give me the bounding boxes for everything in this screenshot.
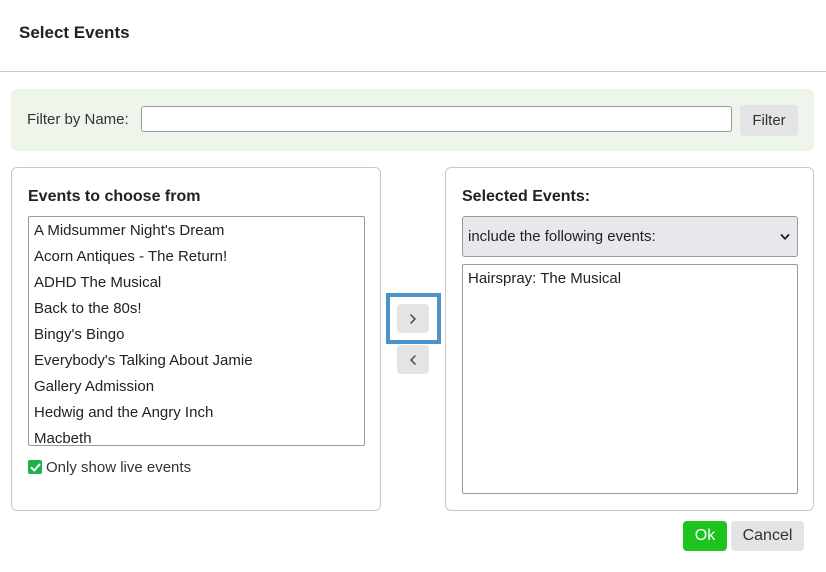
list-item[interactable]: Gallery Admission [29, 374, 364, 400]
event-mode-value: include the following events: [468, 228, 656, 245]
list-item[interactable]: Bingy's Bingo [29, 322, 364, 348]
move-left-button[interactable] [397, 345, 429, 374]
ok-button[interactable]: Ok [683, 521, 727, 551]
chevron-right-icon [410, 313, 416, 324]
chevron-left-icon [410, 354, 416, 365]
list-item[interactable]: Macbeth [29, 426, 364, 445]
list-item[interactable]: Back to the 80s! [29, 296, 364, 322]
event-mode-select[interactable]: include the following events: [462, 216, 798, 257]
dialog-header: Select Events [0, 0, 826, 72]
live-events-checkbox[interactable] [28, 460, 42, 474]
filter-label: Filter by Name: [27, 111, 129, 128]
move-right-button[interactable] [397, 304, 429, 333]
available-events-list[interactable]: A Midsummer Night's Dream Acorn Antiques … [28, 216, 365, 446]
select-events-dialog: Select Events Filter by Name: Filter Eve… [0, 0, 826, 572]
available-events-title: Events to choose from [28, 188, 201, 205]
list-item[interactable]: Everybody's Talking About Jamie [29, 348, 364, 374]
filter-button[interactable]: Filter [740, 105, 798, 136]
list-item[interactable]: Hedwig and the Angry Inch [29, 400, 364, 426]
list-item[interactable]: ADHD The Musical [29, 270, 364, 296]
check-icon [30, 463, 40, 471]
cancel-button[interactable]: Cancel [731, 521, 804, 551]
list-item[interactable]: Acorn Antiques - The Return! [29, 244, 364, 270]
filter-name-input[interactable] [141, 106, 732, 132]
filter-bar: Filter by Name: Filter [11, 89, 814, 151]
available-events-panel: Events to choose from A Midsummer Night'… [11, 167, 381, 511]
selected-events-list[interactable]: Hairspray: The Musical [462, 264, 798, 494]
chevron-down-icon [780, 234, 790, 240]
list-item[interactable]: Hairspray: The Musical [463, 266, 797, 292]
live-events-label: Only show live events [46, 458, 192, 476]
list-item[interactable]: A Midsummer Night's Dream [29, 218, 364, 244]
selected-events-title: Selected Events: [462, 188, 591, 205]
selected-events-panel: Selected Events: include the following e… [445, 167, 814, 511]
dialog-title: Select Events [19, 23, 130, 42]
live-events-toggle[interactable]: Only show live events [28, 458, 191, 476]
